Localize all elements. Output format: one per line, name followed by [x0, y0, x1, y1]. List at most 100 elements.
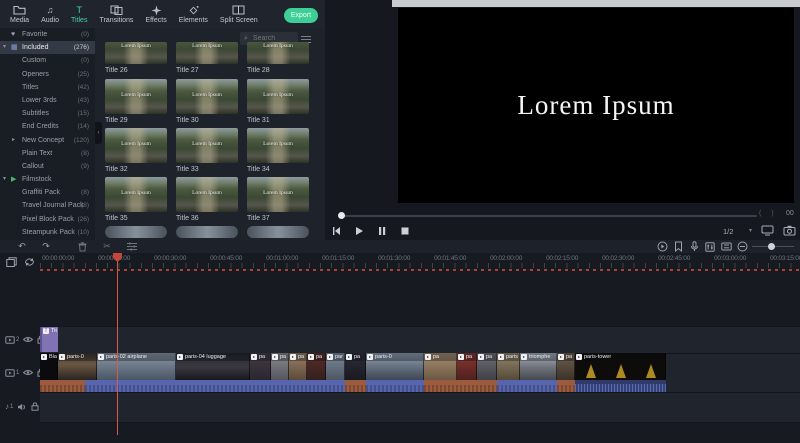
clip-audio-segment [85, 380, 345, 392]
title-thumbnail[interactable]: Lorem IpsumTitle 29 [105, 79, 167, 124]
timecode-display: 00 [786, 210, 794, 217]
timeline-clip[interactable]: ▸triomphe [520, 353, 557, 380]
timeline-clip[interactable]: ▸Bla [40, 353, 58, 380]
pause-button[interactable] [375, 224, 389, 238]
text-icon: T [76, 5, 82, 16]
title-thumbnail-loading[interactable] [176, 226, 238, 238]
title-thumbnail-loading[interactable] [105, 226, 167, 238]
sidebar-item-callout[interactable]: Callout(9) [0, 160, 95, 173]
sidebar-item-subtitles[interactable]: Subtitles(15) [0, 107, 95, 120]
render-preview-icon[interactable] [656, 241, 668, 252]
voiceover-mic-icon[interactable] [688, 241, 700, 252]
collapse-panel-handle[interactable]: ‹ [95, 122, 102, 144]
redo-icon[interactable]: ↷ [40, 241, 52, 252]
video-track-2-lane[interactable] [40, 326, 800, 355]
sidebar-item-lower-3rds[interactable]: Lower 3rds(43) [0, 94, 95, 107]
speaker-icon[interactable] [17, 403, 27, 411]
sidebar-item-custom[interactable]: Custom(0) [0, 54, 95, 67]
timeline-clip[interactable]: ▸par [326, 353, 345, 380]
adjust-icon[interactable] [126, 241, 138, 252]
chevron-down-icon[interactable]: ▾ [749, 227, 752, 234]
timeline-clip[interactable]: ▸paris-0 [366, 353, 424, 380]
sidebar-item-included[interactable]: ▾▦Included(276) [0, 41, 95, 54]
timeline-clip[interactable]: ▸paris [497, 353, 520, 380]
title-thumbnail[interactable]: Lorem IpsumTitle 26 [105, 42, 167, 74]
sidebar-item-count: (120) [74, 134, 89, 147]
seek-handle[interactable] [338, 212, 345, 219]
export-button[interactable]: Export [284, 8, 318, 23]
stop-button[interactable] [398, 224, 412, 238]
timeline-title-clip[interactable]: T Tit [40, 327, 58, 352]
undo-icon[interactable]: ↶ [16, 241, 28, 252]
sidebar-item-plain-text[interactable]: Plain Text(8) [0, 147, 95, 160]
sidebar-item-end-credits[interactable]: End Credits(14) [0, 120, 95, 133]
video-track-icon [5, 336, 15, 344]
sidebar-item-travel-journal-pack[interactable]: Travel Journal Pack(8) [0, 199, 95, 212]
ruler-label: 00:02:00:00 [490, 255, 522, 262]
timeline-clip[interactable]: ▸paris-04 luggage [176, 353, 250, 380]
snapshot-camera-icon[interactable] [783, 225, 796, 236]
tab-audio[interactable]: ♫ Audio [35, 0, 65, 28]
tab-elements[interactable]: Elements [173, 0, 214, 28]
title-thumbnail-loading[interactable] [247, 226, 309, 238]
render-status-line [40, 269, 800, 271]
zoom-out-icon[interactable] [736, 241, 748, 252]
timeline-clip[interactable]: ▸pa [289, 353, 307, 380]
track-switch-icon[interactable] [23, 256, 36, 267]
sidebar-item-titles[interactable]: Titles(42) [0, 81, 95, 94]
timeline-clip[interactable]: ▸pa [424, 353, 457, 380]
timeline-clip[interactable]: ▸paris-0 [58, 353, 97, 380]
timeline-clip[interactable]: ▸pa [477, 353, 497, 380]
tab-effects[interactable]: Effects [139, 0, 172, 28]
title-thumbnail[interactable]: Lorem IpsumTitle 36 [176, 177, 238, 222]
previous-frame-button[interactable] [329, 224, 343, 238]
timeline-clip[interactable]: ▸pa [250, 353, 271, 380]
title-thumbnail[interactable]: Lorem IpsumTitle 28 [247, 42, 309, 74]
sidebar-item-graffiti-pack[interactable]: Graffiti Pack(8) [0, 186, 95, 199]
tab-media[interactable]: Media [4, 0, 35, 28]
timeline-clip[interactable]: ▸paris-tower [575, 353, 666, 380]
tab-transitions[interactable]: Transitions [93, 0, 139, 28]
sidebar-item-filmstock[interactable]: ▾▶Filmstock [0, 173, 95, 186]
title-thumbnail[interactable]: Lorem IpsumTitle 35 [105, 177, 167, 222]
split-scissors-icon[interactable]: ✂ [101, 241, 113, 252]
title-thumbnail[interactable]: Lorem IpsumTitle 31 [247, 79, 309, 124]
timeline-clip[interactable]: ▸paris-02 airplane [97, 353, 176, 380]
seek-slider[interactable] [340, 215, 757, 217]
playback-quality-dropdown[interactable]: 1/2 [723, 227, 733, 236]
manage-tracks-icon[interactable] [5, 256, 18, 267]
audio-mixer-icon[interactable] [704, 241, 716, 252]
sidebar-item-steampunk-pack[interactable]: Steampunk Pack(10) [0, 226, 95, 239]
sidebar-item-pixel-block-pack[interactable]: Pixel Block Pack(26) [0, 213, 95, 226]
delete-icon[interactable] [76, 241, 88, 252]
title-thumbnail[interactable]: Lorem IpsumTitle 33 [176, 128, 238, 173]
audio-track-1-lane[interactable] [40, 392, 800, 423]
chevron-down-icon[interactable]: ▾ [3, 41, 6, 54]
timeline-clip[interactable]: ▸pa [557, 353, 575, 380]
marker-icon[interactable] [672, 241, 684, 252]
chevron-down-icon[interactable]: ▾ [3, 173, 6, 186]
sidebar-item-count: (8) [81, 186, 89, 199]
timeline-zoom-handle[interactable] [768, 243, 775, 250]
fullscreen-display-icon[interactable] [761, 225, 774, 236]
keyboard-shortcut-icon[interactable] [720, 241, 732, 252]
lock-icon[interactable] [31, 402, 39, 411]
timeline-clip[interactable]: ▸pa [345, 353, 366, 380]
sidebar-item-new-concept[interactable]: ▸New Concept(120) [0, 134, 95, 147]
timeline-clip[interactable]: ▸pa [457, 353, 477, 380]
tab-split-screen[interactable]: Split Screen [214, 0, 264, 28]
sidebar-item-openers[interactable]: Openers(25) [0, 68, 95, 81]
title-thumbnail[interactable]: Lorem IpsumTitle 32 [105, 128, 167, 173]
eye-icon[interactable] [23, 336, 33, 343]
title-thumbnail[interactable]: Lorem IpsumTitle 27 [176, 42, 238, 74]
timeline-clip[interactable]: ▸pa [271, 353, 289, 380]
timeline-clip[interactable]: ▸pa [307, 353, 326, 380]
title-thumbnail[interactable]: Lorem IpsumTitle 30 [176, 79, 238, 124]
sidebar-item-favorite[interactable]: ♥Favorite(0) [0, 28, 95, 41]
chevron-right-icon[interactable]: ▸ [12, 134, 15, 147]
play-button[interactable] [352, 224, 366, 238]
sidebar-item-count: (8) [81, 199, 89, 212]
tab-titles[interactable]: T Titles [65, 0, 93, 30]
title-thumbnail[interactable]: Lorem IpsumTitle 34 [247, 128, 309, 173]
title-thumbnail[interactable]: Lorem IpsumTitle 37 [247, 177, 309, 222]
